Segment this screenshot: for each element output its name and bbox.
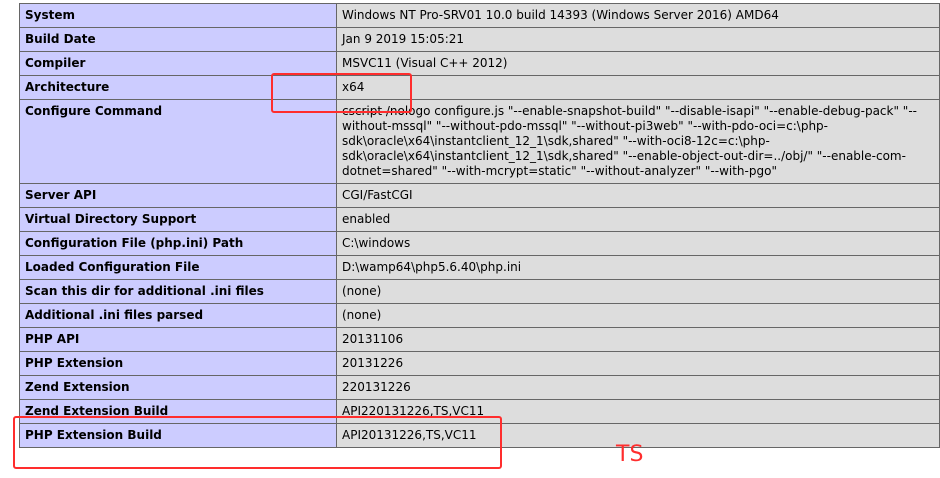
row-value: CGI/FastCGI <box>336 183 940 208</box>
table-row: Loaded Configuration File D:\wamp64\php5.… <box>19 255 940 280</box>
row-key: PHP API <box>19 327 337 352</box>
row-key: Configuration File (php.ini) Path <box>19 231 337 256</box>
row-value: API220131226,TS,VC11 <box>336 399 940 424</box>
row-key: Zend Extension Build <box>19 399 337 424</box>
table-row: Configure Command cscript /nologo configu… <box>19 99 940 184</box>
row-value: Jan 9 2019 15:05:21 <box>336 27 940 52</box>
table-row: Configuration File (php.ini) Path C:\wind… <box>19 231 940 256</box>
row-key: System <box>19 3 337 28</box>
row-key: Architecture <box>19 75 337 100</box>
table-row: Scan this dir for additional .ini files(… <box>19 279 940 304</box>
table-row: PHP Extension 20131226 <box>19 351 940 376</box>
ts-annotation-label: TS <box>616 442 644 467</box>
table-row: System Windows NT Pro-SRV01 10.0 build 14… <box>19 3 940 28</box>
table-row: Build Date Jan 9 2019 15:05:21 <box>19 27 940 52</box>
phpinfo-table: System Windows NT Pro-SRV01 10.0 build 14… <box>19 3 940 448</box>
row-key: Scan this dir for additional .ini files <box>19 279 337 304</box>
row-value: D:\wamp64\php5.6.40\php.ini <box>336 255 940 280</box>
row-key: Configure Command <box>19 99 337 184</box>
row-value: 220131226 <box>336 375 940 400</box>
row-value: 20131226 <box>336 351 940 376</box>
row-key: Zend Extension <box>19 375 337 400</box>
table-row: Zend Extension 220131226 <box>19 375 940 400</box>
row-key: PHP Extension <box>19 351 337 376</box>
table-row: Zend Extension Build API220131226,TS,VC11 <box>19 399 940 424</box>
table-row: Virtual Directory Support enabled <box>19 207 940 232</box>
row-value: Windows NT Pro-SRV01 10.0 build 14393 (W… <box>336 3 940 28</box>
row-key: PHP Extension Build <box>19 423 337 448</box>
row-value: cscript /nologo configure.js "--enable-s… <box>336 99 940 184</box>
table-row: Server API CGI/FastCGI <box>19 183 940 208</box>
row-value: (none) <box>336 279 940 304</box>
row-key: Compiler <box>19 51 337 76</box>
row-value: C:\windows <box>336 231 940 256</box>
phpinfo-rows: System Windows NT Pro-SRV01 10.0 build 14… <box>19 3 940 448</box>
row-key: Build Date <box>19 27 337 52</box>
row-value: enabled <box>336 207 940 232</box>
table-row: Additional .ini files parsed (none) <box>19 303 940 328</box>
row-key: Virtual Directory Support <box>19 207 337 232</box>
row-value: x64 <box>336 75 940 100</box>
row-value: 20131106 <box>336 327 940 352</box>
row-key: Additional .ini files parsed <box>19 303 337 328</box>
row-value: (none) <box>336 303 940 328</box>
table-row: PHP Extension Build API20131226,TS,VC11 <box>19 423 940 448</box>
row-key: Loaded Configuration File <box>19 255 337 280</box>
table-row: Architecture x64 <box>19 75 940 100</box>
row-key: Server API <box>19 183 337 208</box>
row-value: MSVC11 (Visual C++ 2012) <box>336 51 940 76</box>
phpinfo-screenshot: System Windows NT Pro-SRV01 10.0 build 14… <box>0 0 940 478</box>
table-row: Compiler MSVC11 (Visual C++ 2012) <box>19 51 940 76</box>
table-row: PHP API 20131106 <box>19 327 940 352</box>
